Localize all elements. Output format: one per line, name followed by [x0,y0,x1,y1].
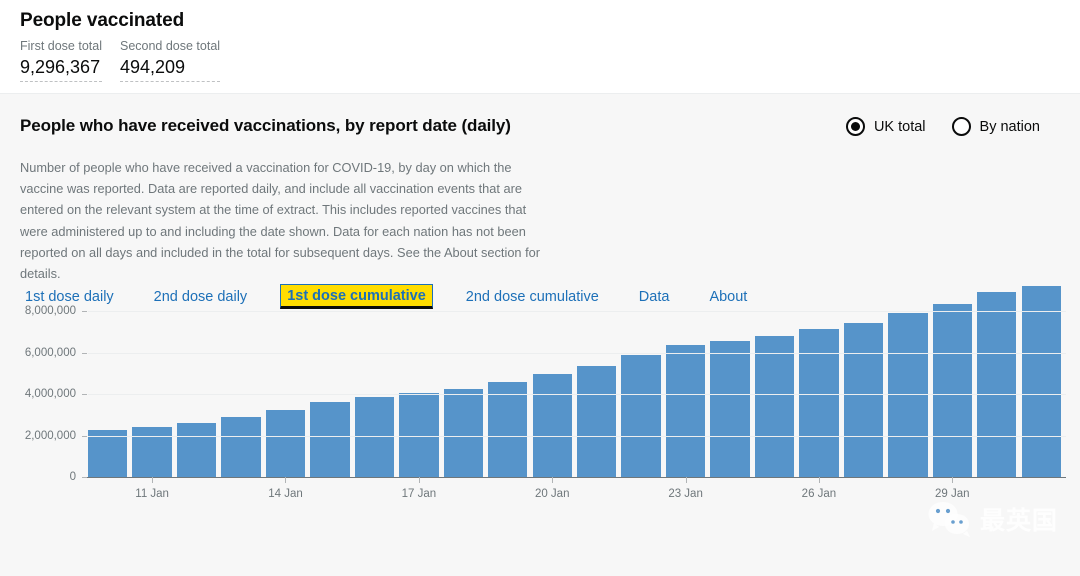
chart-bar[interactable] [843,322,884,477]
chart-bar[interactable] [88,430,128,477]
radio-label: UK total [873,118,926,135]
chart-bars [88,274,1066,477]
y-axis-label: 2,000,000 [24,429,76,442]
chart-bar[interactable] [354,396,395,477]
chart-bar[interactable] [443,388,483,477]
x-axis-tick [952,477,954,483]
chart-bar[interactable] [888,313,928,477]
stat-label: Second dose total [119,39,221,53]
stat-first-dose-total: First dose total 9,296,367 [20,38,102,82]
gridline [88,311,1066,313]
y-axis-tick [82,477,87,478]
x-axis-tick [285,477,287,483]
chart-bar[interactable] [932,303,972,477]
y-axis-tick [82,435,87,437]
x-axis-tick [552,477,554,483]
radio-uk-total[interactable]: UK total [845,117,926,136]
chart-bar[interactable] [221,417,261,477]
bar-chart: 0 2,000,000 4,000,000 6,000,000 8,000,000 11… [0,234,1080,576]
chart-panel: People who have received vaccinations, b… [0,93,1080,576]
y-axis-label: 8,000,000 [24,305,76,318]
y-axis-tick [82,394,87,396]
y-axis-tick [82,311,87,313]
x-axis-label: 26 Jan [801,488,837,500]
radio-label: By nation [979,118,1040,135]
stat-value: 9,296,367 [20,55,102,82]
chart-bar[interactable] [488,381,528,477]
page-title: People vaccinated [20,10,185,31]
radio-circle-icon [951,117,971,136]
chart-bar[interactable] [710,340,750,477]
x-axis-label: 11 Jan [135,488,169,500]
chart-plot-area [82,274,1066,483]
chart-bar[interactable] [621,355,661,477]
gridline [88,394,1066,396]
scope-radio-group: UK total By nation [845,117,1040,136]
x-axis-label: 14 Jan [268,488,303,500]
y-axis-tick [82,352,87,354]
chart-bar[interactable] [176,423,217,477]
chart-bar[interactable] [977,292,1017,477]
chart-bar[interactable] [132,426,172,477]
y-axis-label: 4,000,000 [24,388,76,401]
x-axis-tick [818,477,820,483]
x-axis-label: 20 Jan [534,488,570,500]
summary-stats: First dose total 9,296,367 Second dose t… [20,38,221,82]
x-axis-label: 23 Jan [668,488,703,500]
x-axis-tick [418,477,420,483]
chart-bar[interactable] [1021,285,1061,477]
radio-by-nation[interactable]: By nation [951,117,1040,136]
x-axis-tick [685,477,687,483]
chart-title: People who have received vaccinations, b… [20,116,511,135]
x-axis-line [82,477,1066,478]
chart-bar[interactable] [754,335,795,477]
watermark-text: 最英国 [979,506,1058,535]
stat-label: First dose total [20,39,102,53]
chart-bar[interactable] [265,409,306,477]
chart-bar[interactable] [577,365,617,477]
gridline [88,352,1066,354]
chart-bar[interactable] [799,329,839,477]
y-axis-label: 0 [69,471,76,483]
stat-value: 494,209 [119,55,221,82]
x-axis-label: 29 Jan [935,488,970,500]
x-axis-label: 17 Jan [401,488,437,500]
page-header: People vaccinated First dose total 9,296… [0,0,1080,93]
y-axis-label: 6,000,000 [24,346,76,359]
radio-circle-icon [845,117,865,136]
stat-second-dose-total: Second dose total 494,209 [119,38,221,82]
chart-bar[interactable] [310,402,350,477]
wechat-icon [928,502,970,537]
x-axis-tick [152,477,154,483]
vaccination-dashboard: People vaccinated First dose total 9,296… [0,0,1080,576]
gridline [88,435,1066,437]
chart-bar[interactable] [532,374,572,477]
watermark: 最英国 [927,500,1058,538]
chart-bar[interactable] [665,345,706,477]
